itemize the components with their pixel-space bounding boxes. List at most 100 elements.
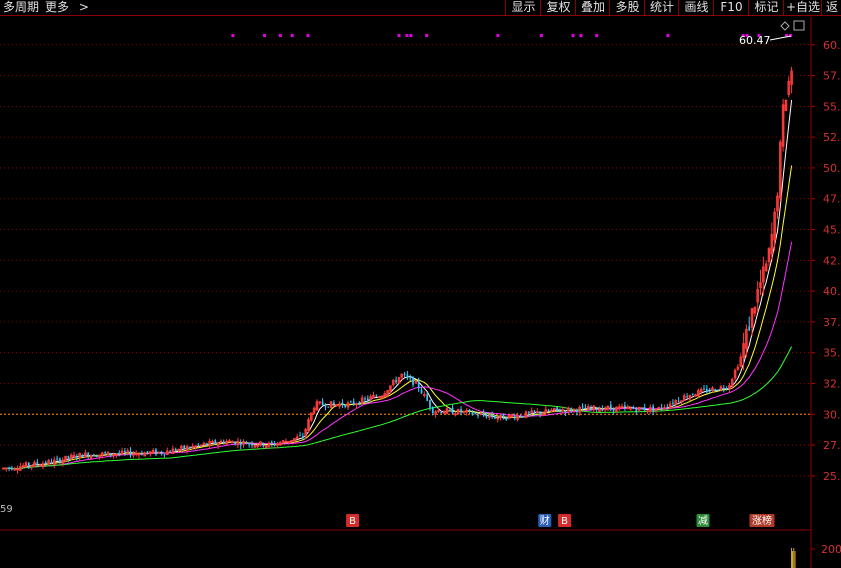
- candle-body-down[interactable]: [581, 406, 584, 408]
- candle-body-down[interactable]: [183, 445, 186, 449]
- add-watchlist-button[interactable]: +自选: [783, 0, 822, 15]
- candle-body-down[interactable]: [652, 405, 655, 412]
- candle-body-down[interactable]: [302, 436, 304, 438]
- candle-body-down[interactable]: [643, 407, 646, 411]
- candle-body-down[interactable]: [169, 451, 171, 453]
- candle-body-down[interactable]: [146, 451, 149, 453]
- signal-markers[interactable]: B 财 B 减涨榜: [346, 514, 775, 527]
- candle-body-down[interactable]: [686, 396, 688, 398]
- signal-marker-badge[interactable]: 涨榜: [749, 514, 775, 527]
- candle-body-down[interactable]: [174, 448, 177, 452]
- candle-body-down[interactable]: [632, 406, 635, 409]
- candle-body-down[interactable]: [590, 408, 592, 410]
- candle-body-down[interactable]: [50, 461, 53, 464]
- candle-body-down[interactable]: [205, 443, 208, 446]
- candle-body-down[interactable]: [528, 411, 530, 413]
- candle-body-down[interactable]: [505, 418, 508, 420]
- candle-body-down[interactable]: [403, 373, 406, 375]
- candle-body-down[interactable]: [624, 405, 626, 408]
- candle-body-down[interactable]: [11, 467, 13, 470]
- candle-body-down[interactable]: [197, 444, 200, 446]
- candle-body-down[interactable]: [522, 416, 525, 418]
- candle-body-down[interactable]: [222, 441, 225, 444]
- candle-body-down[interactable]: [595, 407, 598, 410]
- return-button[interactable]: 返: [821, 0, 841, 15]
- candle-body-down[interactable]: [471, 412, 474, 415]
- candle-body-down[interactable]: [635, 409, 638, 412]
- candle-body-down[interactable]: [482, 412, 485, 416]
- candle-body-down[interactable]: [406, 374, 409, 378]
- candle-body-down[interactable]: [641, 408, 643, 410]
- draw-line-button[interactable]: 画线: [678, 0, 714, 15]
- candle-body-down[interactable]: [324, 406, 327, 408]
- candle-body-down[interactable]: [81, 454, 84, 458]
- candle-body-down[interactable]: [129, 450, 132, 456]
- candle-body-down[interactable]: [440, 411, 443, 414]
- candle-body-down[interactable]: [358, 402, 361, 405]
- candle-body-down[interactable]: [251, 443, 253, 446]
- overlay-button[interactable]: 叠加: [575, 0, 610, 15]
- candle-body-down[interactable]: [714, 389, 717, 391]
- candle-body-down[interactable]: [104, 452, 106, 454]
- candle-body-down[interactable]: [451, 407, 454, 414]
- candle-body-down[interactable]: [350, 401, 352, 403]
- statistics-button[interactable]: 统计: [644, 0, 679, 15]
- candle-body-down[interactable]: [364, 398, 366, 400]
- candle-body-down[interactable]: [420, 389, 423, 394]
- candle-body-down[interactable]: [612, 407, 615, 411]
- candle-body-down[interactable]: [160, 452, 163, 454]
- candle-body-down[interactable]: [118, 453, 121, 455]
- candle-body-down[interactable]: [717, 389, 719, 391]
- candle-body-down[interactable]: [666, 406, 669, 408]
- candle-body-down[interactable]: [703, 388, 705, 390]
- candle-body-down[interactable]: [155, 449, 157, 455]
- candle-body-down[interactable]: [412, 376, 414, 385]
- candle-body-down[interactable]: [519, 416, 522, 418]
- candle-body-down[interactable]: [584, 407, 587, 409]
- adjust-button[interactable]: 复权: [540, 0, 576, 15]
- candle-body-down[interactable]: [8, 467, 10, 469]
- candle-body-down[interactable]: [92, 454, 95, 457]
- signal-marker-badge[interactable]: B: [558, 514, 572, 527]
- multi-stock-button[interactable]: 多股: [609, 0, 645, 15]
- candle-body-down[interactable]: [248, 443, 251, 445]
- candle-body-down[interactable]: [352, 401, 355, 405]
- window-icon[interactable]: [793, 20, 805, 31]
- candle-body-down[interactable]: [299, 435, 301, 437]
- candle-body-down[interactable]: [95, 456, 98, 458]
- candle-body-down[interactable]: [556, 407, 558, 410]
- candle-body-down[interactable]: [327, 406, 330, 408]
- candle-body-down[interactable]: [559, 411, 561, 413]
- candle-body-down[interactable]: [426, 394, 429, 401]
- candle-body-down[interactable]: [691, 393, 694, 395]
- candle-body-down[interactable]: [239, 442, 242, 446]
- candle-body-down[interactable]: [468, 409, 471, 411]
- signal-marker-badge[interactable]: 减: [696, 514, 710, 527]
- signal-marker-badge[interactable]: 财: [538, 514, 552, 527]
- candle-body-down[interactable]: [429, 400, 431, 408]
- f10-button[interactable]: F10: [713, 0, 749, 15]
- candle-body-down[interactable]: [474, 413, 477, 415]
- candle-body-down[interactable]: [513, 416, 516, 419]
- candle-body-down[interactable]: [601, 407, 604, 411]
- candle-body-down[interactable]: [570, 408, 573, 412]
- signal-marker-badge[interactable]: B: [346, 514, 360, 527]
- candle-body-down[interactable]: [502, 413, 505, 420]
- candle-body-down[interactable]: [341, 402, 344, 406]
- candle-body-down[interactable]: [725, 388, 728, 390]
- candle-body-down[interactable]: [576, 409, 578, 413]
- candle-body-down[interactable]: [539, 411, 542, 415]
- candle-body-down[interactable]: [748, 326, 751, 331]
- candle-body-down[interactable]: [477, 414, 479, 416]
- candle-body-down[interactable]: [273, 444, 276, 446]
- candlesticks[interactable]: [2, 66, 793, 474]
- candle-body-down[interactable]: [448, 408, 451, 410]
- candle-body-down[interactable]: [705, 388, 708, 393]
- candle-body-down[interactable]: [491, 414, 493, 418]
- candle-body-down[interactable]: [660, 407, 663, 409]
- candle-body-down[interactable]: [485, 415, 488, 418]
- candle-body-down[interactable]: [533, 410, 536, 413]
- candle-body-down[interactable]: [27, 462, 30, 467]
- multi-period-button[interactable]: 多周期: [3, 0, 39, 14]
- candle-body-down[interactable]: [547, 409, 550, 412]
